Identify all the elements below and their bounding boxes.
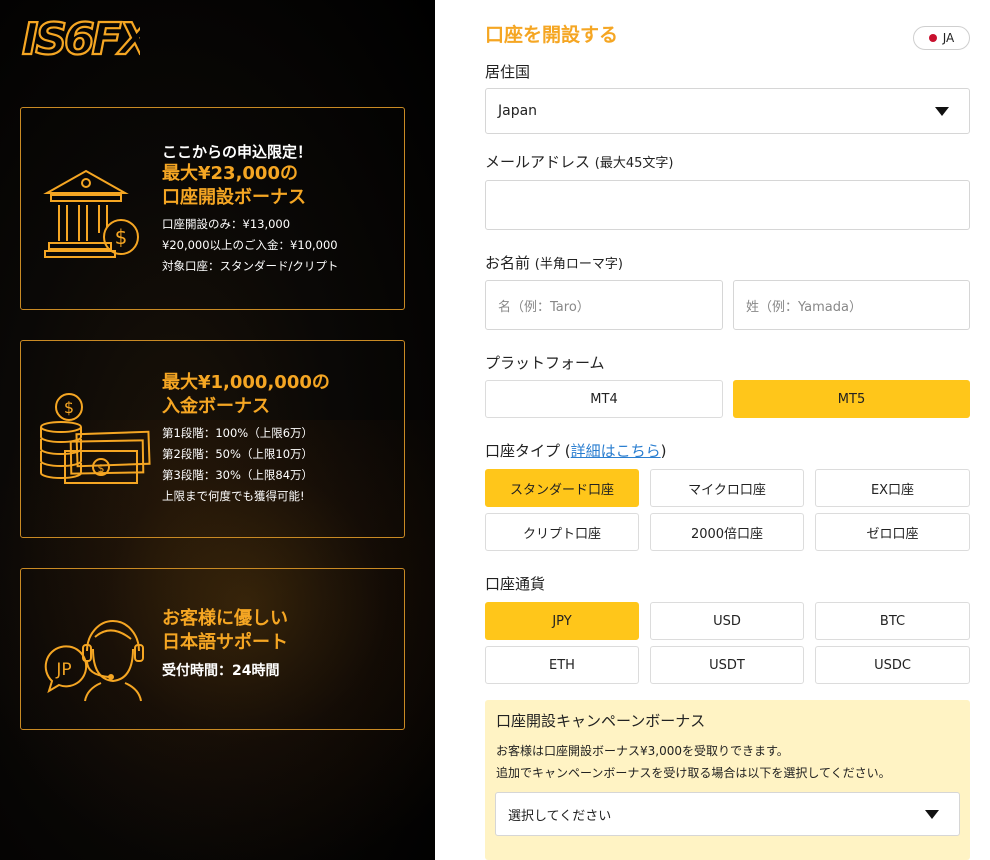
promo-detail: 受付時間：24時間 <box>162 663 280 679</box>
campaign-bonus-box: 口座開設キャンペーンボーナス お客様は口座開設ボーナス¥3,000を受取りできま… <box>485 700 970 860</box>
promo-pre-text: ここからの申込限定！ <box>162 143 313 161</box>
currency-jpy[interactable]: JPY <box>485 602 639 640</box>
promo-headline: 最大¥1,000,000の <box>162 372 330 393</box>
svg-text:$: $ <box>115 225 128 249</box>
account-type-crypto[interactable]: クリプト口座 <box>485 513 639 551</box>
campaign-line-2: 追加でキャンペーンボーナスを受け取る場合は以下を選択してください。 <box>496 766 891 780</box>
platform-option-mt5[interactable]: MT5 <box>733 380 970 418</box>
promo-detail: 対象口座：スタンダード/クリプト <box>162 259 339 273</box>
language-label: JA <box>942 31 955 45</box>
brand-logo: IS6FX <box>21 13 140 64</box>
japan-flag-icon <box>928 34 937 42</box>
account-type-micro[interactable]: マイクロ口座 <box>650 469 804 507</box>
caret-down-icon <box>935 107 949 116</box>
platform-option-mt4[interactable]: MT4 <box>485 380 723 418</box>
promo-headline: お客様に優しい <box>162 608 288 629</box>
promo-headline: 最大¥23,000の <box>162 163 298 184</box>
currency-usdt[interactable]: USDT <box>650 646 804 684</box>
promo-headline: 入金ボーナス <box>162 396 270 417</box>
residence-label: 居住国 <box>485 63 531 81</box>
first-name-field[interactable]: 名（例：Taro） <box>485 280 723 330</box>
jp-badge: JP <box>55 660 71 680</box>
promo-card-deposit-bonus: $ $ 最大¥1,000,000の 入金ボーナス 第1段階：100%（上限6万）… <box>20 340 405 538</box>
account-type-standard[interactable]: スタンダード口座 <box>485 469 639 507</box>
details-link[interactable]: 詳細はこちら <box>571 442 661 460</box>
promo-detail: 第1段階：100%（上限6万） <box>162 426 314 440</box>
promo-detail: 上限まで何度でも獲得可能! <box>162 489 305 503</box>
account-type-2000x[interactable]: 2000倍口座 <box>650 513 804 551</box>
svg-text:$: $ <box>98 462 105 475</box>
promo-detail: 口座開設のみ：¥13,000 <box>162 217 291 231</box>
account-type-zero[interactable]: ゼロ口座 <box>815 513 970 551</box>
name-label-text: お名前 <box>485 254 531 272</box>
coins-cash-icon: $ $ <box>40 393 151 484</box>
currency-usd[interactable]: USD <box>650 602 804 640</box>
bank-coin-icon: $ <box>43 169 139 258</box>
currency-btc[interactable]: BTC <box>815 602 970 640</box>
promo-detail: 第2段階：50%（上限10万） <box>162 447 314 461</box>
currency-label: 口座通貨 <box>485 575 546 593</box>
svg-text:IS6FX: IS6FX <box>22 14 140 64</box>
currency-usdc[interactable]: USDC <box>815 646 970 684</box>
account-form: 口座を開設する JA 居住国 Japan メールアドレス (最大45文字) お名… <box>435 0 990 860</box>
language-selector[interactable]: JA <box>913 26 970 50</box>
promo-panel: IS6FX $ ここからの申込限定！ 最大¥23,000の 口座開設ボーナス 口… <box>0 0 435 860</box>
account-type-ex[interactable]: EX口座 <box>815 469 970 507</box>
promo-detail: ¥20,000以上のご入金：¥10,000 <box>162 238 338 252</box>
email-label: メールアドレス (最大45文字) <box>485 151 673 172</box>
email-field[interactable] <box>485 180 970 230</box>
currency-eth[interactable]: ETH <box>485 646 639 684</box>
platform-label: プラットフォーム <box>485 354 605 372</box>
promo-detail: 第3段階：30%（上限84万） <box>162 468 314 482</box>
caret-down-icon <box>925 810 939 819</box>
email-hint: (最大45文字) <box>594 156 674 171</box>
name-hint: (半角ローマ字) <box>534 257 623 272</box>
promo-headline: 日本語サポート <box>162 632 288 653</box>
last-name-placeholder: 姓（例：Yamada） <box>746 299 862 315</box>
last-name-field[interactable]: 姓（例：Yamada） <box>733 280 970 330</box>
first-name-placeholder: 名（例：Taro） <box>498 299 590 315</box>
svg-text:$: $ <box>64 398 74 417</box>
residence-value: Japan <box>498 103 538 119</box>
name-label: お名前 (半角ローマ字) <box>485 252 623 273</box>
promo-card-account-bonus: $ ここからの申込限定！ 最大¥23,000の 口座開設ボーナス 口座開設のみ：… <box>20 107 405 310</box>
campaign-select[interactable]: 選択してください <box>495 792 960 836</box>
account-type-label: 口座タイプ (詳細はこちら) <box>485 440 667 461</box>
campaign-select-value: 選択してください <box>508 808 612 824</box>
account-type-label-text: 口座タイプ <box>485 442 561 460</box>
paren-close: ) <box>660 442 667 460</box>
email-label-text: メールアドレス <box>485 153 591 171</box>
promo-card-japanese-support: JP お客様に優しい 日本語サポート 受付時間：24時間 <box>20 568 405 730</box>
campaign-line-1: お客様は口座開設ボーナス¥3,000を受取りできます。 <box>496 744 789 758</box>
residence-select[interactable]: Japan <box>485 88 970 134</box>
campaign-title: 口座開設キャンペーンボーナス <box>496 712 706 730</box>
form-title: 口座を開設する <box>485 24 619 46</box>
support-agent-icon: JP <box>44 620 144 702</box>
promo-headline: 口座開設ボーナス <box>162 187 306 208</box>
